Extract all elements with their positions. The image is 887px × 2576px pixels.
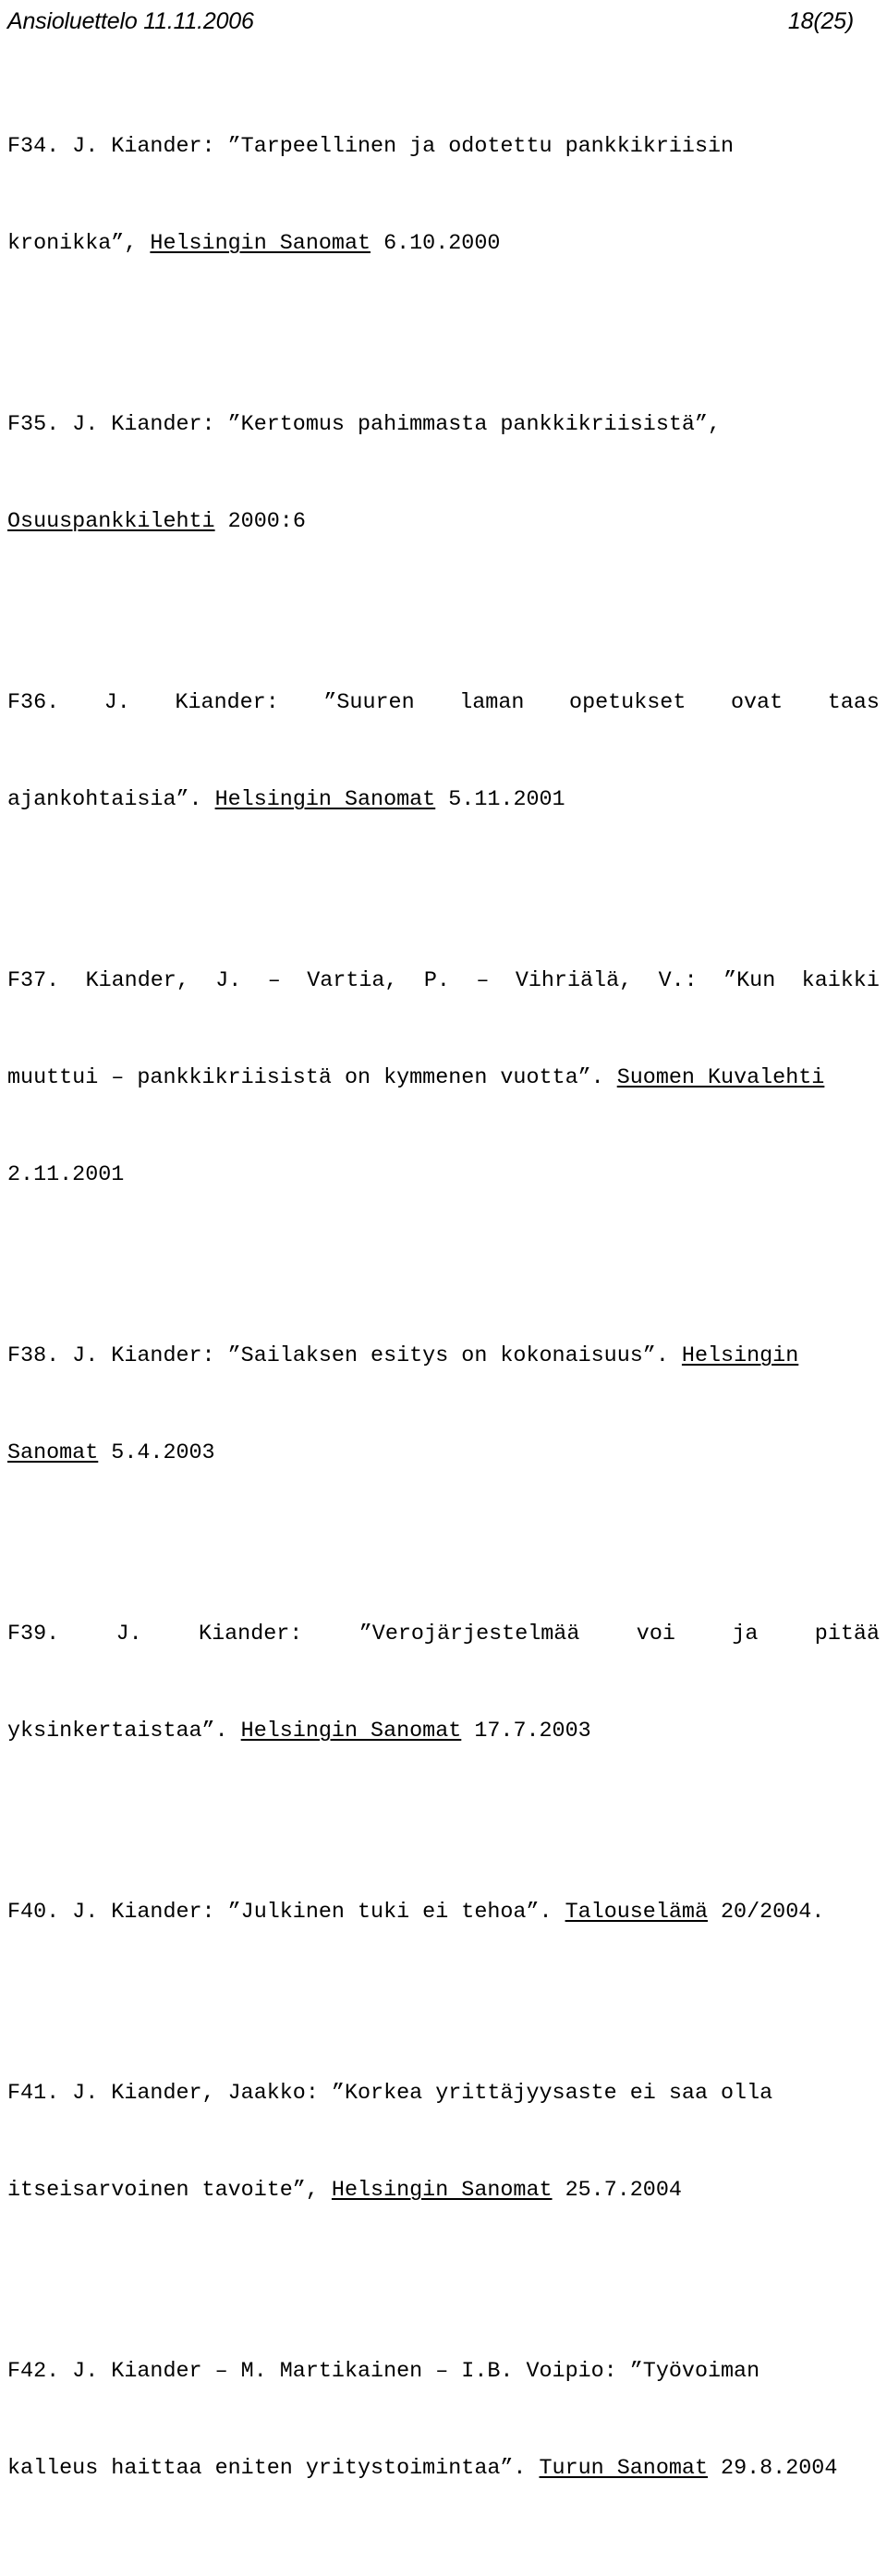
word: ”Verojärjestelmää: [358, 1622, 580, 1646]
entry-date: 2000:6: [214, 510, 306, 534]
entry-line-justified: F36. J. Kiander: ”Suuren laman opetukset…: [7, 687, 880, 720]
source-name: Osuuspankkilehti: [7, 510, 215, 534]
entry-line: itseisarvoinen tavoite”, Helsingin Sanom…: [7, 2175, 880, 2207]
entry-text: muuttui – pankkikriisistä on kymmenen vu…: [7, 1066, 617, 1090]
header-title: Ansioluettelo 11.11.2006: [7, 8, 254, 34]
word: Kiander:: [175, 691, 279, 715]
source-name: Helsingin Sanomat: [214, 788, 436, 812]
word: ovat: [730, 691, 784, 715]
publication-entry-f39: F39. J. Kiander: ”Verojärjestelmää voi j…: [7, 1554, 880, 1813]
word: J.: [115, 1622, 142, 1646]
publication-entry-f40: F40. J. Kiander: ”Julkinen tuki ei tehoa…: [7, 1832, 880, 1994]
word: Vartia,: [307, 969, 398, 993]
word: J.: [103, 691, 130, 715]
word: voi: [636, 1622, 675, 1646]
publication-entry-f38: F38. J. Kiander: ”Sailaksen esitys on ko…: [7, 1276, 880, 1535]
source-name: Helsingin Sanomat: [240, 1719, 462, 1744]
publication-entry-f34: F34. J. Kiander: ”Tarpeellinen ja odotet…: [7, 67, 880, 325]
word: ”Kun: [723, 969, 776, 993]
word: V.:: [658, 969, 698, 993]
entry-line: Osuuspankkilehti 2000:6: [7, 506, 880, 539]
word: F37.: [7, 969, 60, 993]
entry-line: F41. J. Kiander, Jaakko: ”Korkea yrittäj…: [7, 2082, 773, 2106]
document-page: Ansioluettelo 11.11.2006 18(25) F34. J. …: [0, 0, 887, 2481]
entry-line: F40. J. Kiander: ”Julkinen tuki ei tehoa…: [7, 1897, 880, 1929]
entry-line: 2.11.2001: [7, 1163, 125, 1187]
word: –: [476, 969, 490, 993]
word: J.: [215, 969, 242, 993]
publication-entry-f35: F35. J. Kiander: ”Kertomus pahimmasta pa…: [7, 345, 880, 603]
publication-entry-f42: F42. J. Kiander – M. Martikainen – I.B. …: [7, 2291, 880, 2550]
entry-line: F34. J. Kiander: ”Tarpeellinen ja odotet…: [7, 135, 735, 159]
word: opetukset: [569, 691, 687, 715]
source-name: Turun Sanomat: [539, 2457, 708, 2481]
source-name: Helsingin Sanomat: [150, 232, 371, 256]
entry-line: F38. J. Kiander: ”Sailaksen esitys on ko…: [7, 1341, 880, 1373]
entry-line: F35. J. Kiander: ”Kertomus pahimmasta pa…: [7, 413, 722, 437]
word: kaikki: [801, 969, 880, 993]
source-name: Sanomat: [7, 1441, 99, 1465]
publication-entry-f43: F43. Holm Pasi – Kiander Jaakko: ”Eläker…: [7, 2570, 880, 2576]
entry-date: 29.8.2004: [708, 2457, 838, 2481]
word: ”Suuren: [323, 691, 415, 715]
entry-line: yksinkertaistaa”. Helsingin Sanomat 17.7…: [7, 1716, 880, 1748]
publications-list: F34. J. Kiander: ”Tarpeellinen ja odotet…: [7, 67, 880, 2576]
entry-date: 6.10.2000: [371, 232, 501, 256]
entry-line: muuttui – pankkikriisistä on kymmenen vu…: [7, 1063, 880, 1095]
entry-line: Sanomat 5.4.2003: [7, 1438, 880, 1470]
source-name: Suomen Kuvalehti: [616, 1066, 825, 1090]
word: laman: [459, 691, 525, 715]
source-name: Helsingin: [681, 1344, 799, 1368]
entry-line-justified: F37. Kiander, J. – Vartia, P. – Vihriälä…: [7, 966, 880, 998]
entry-text: F38. J. Kiander: ”Sailaksen esitys on ko…: [7, 1344, 682, 1368]
entry-text: itseisarvoinen tavoite”,: [7, 2179, 332, 2203]
entry-date: 5.11.2001: [435, 788, 565, 812]
source-name: Helsingin Sanomat: [331, 2179, 553, 2203]
word: P.: [423, 969, 450, 993]
entry-date: 17.7.2003: [461, 1719, 591, 1744]
publication-entry-f41: F41. J. Kiander, Jaakko: ”Korkea yrittäj…: [7, 2013, 880, 2272]
entry-line: ajankohtaisia”. Helsingin Sanomat 5.11.2…: [7, 784, 880, 817]
page-header: Ansioluettelo 11.11.2006 18(25): [7, 7, 854, 39]
word: ja: [732, 1622, 759, 1646]
entry-date: 25.7.2004: [552, 2179, 682, 2203]
entry-line: F42. J. Kiander – M. Martikainen – I.B. …: [7, 2360, 760, 2384]
word: pitää: [814, 1622, 880, 1646]
entry-text: kalleus haittaa eniten yritystoimintaa”.: [7, 2457, 540, 2481]
entry-text: yksinkertaistaa”.: [7, 1719, 241, 1744]
entry-text: ajankohtaisia”.: [7, 788, 215, 812]
word: Vihriälä,: [515, 969, 633, 993]
source-name: Talouselämä: [565, 1901, 708, 1925]
entry-line-justified: F39. J. Kiander: ”Verojärjestelmää voi j…: [7, 1619, 880, 1651]
entry-line: kronikka”, Helsingin Sanomat 6.10.2000: [7, 228, 880, 261]
word: Kiander,: [85, 969, 189, 993]
entry-line: kalleus haittaa eniten yritystoimintaa”.…: [7, 2453, 880, 2485]
word: F39.: [7, 1622, 60, 1646]
word: taas: [827, 691, 880, 715]
publication-entry-f37: F37. Kiander, J. – Vartia, P. – Vihriälä…: [7, 901, 880, 1257]
word: –: [267, 969, 281, 993]
publication-entry-f36: F36. J. Kiander: ”Suuren laman opetukset…: [7, 623, 880, 881]
word: F36.: [7, 691, 60, 715]
entry-date: 20/2004.: [707, 1901, 825, 1925]
header-page-number: 18(25): [787, 8, 854, 34]
word: Kiander:: [199, 1622, 303, 1646]
entry-date: 5.4.2003: [98, 1441, 215, 1465]
entry-text: F40. J. Kiander: ”Julkinen tuki ei tehoa…: [7, 1901, 565, 1925]
entry-text: kronikka”,: [7, 232, 151, 256]
